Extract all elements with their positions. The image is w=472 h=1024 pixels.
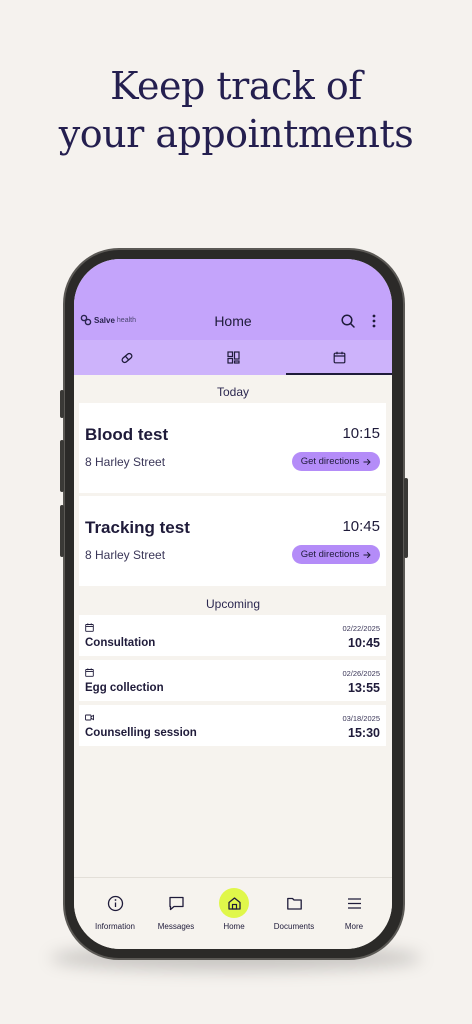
get-directions-label: Get directions — [300, 549, 360, 560]
nav-label: Home — [223, 922, 245, 931]
upcoming-date: 02/22/2025 — [342, 624, 380, 633]
get-directions-button[interactable]: Get directions — [292, 545, 380, 564]
upcoming-item[interactable]: Egg collection 02/26/2025 13:55 — [79, 660, 386, 701]
calendar-icon — [85, 668, 94, 677]
appointment-address: 8 Harley Street — [85, 455, 166, 469]
headline-line-2: your appointments — [58, 112, 414, 156]
arrow-right-icon — [363, 551, 372, 558]
message-icon — [168, 896, 184, 910]
appointment-time: 10:15 — [342, 425, 380, 442]
phone-side-button — [404, 478, 408, 558]
nav-icon-wrap — [339, 888, 369, 918]
upcoming-item[interactable]: Counselling session 03/18/2025 15:30 — [79, 705, 386, 746]
tab-appointments[interactable] — [286, 340, 392, 375]
marketing-headline: Keep track of your appointments — [0, 62, 472, 158]
more-vert-icon[interactable] — [366, 313, 382, 329]
appointment-time: 10:45 — [342, 518, 380, 535]
nav-icon-wrap — [279, 888, 309, 918]
folder-icon — [286, 897, 302, 910]
dashboard-icon — [226, 351, 240, 364]
tab-medications[interactable] — [74, 340, 180, 375]
nav-item-messages[interactable]: Messages — [146, 888, 206, 931]
phone-side-button — [60, 440, 64, 492]
calendar-icon — [333, 351, 345, 364]
appointment-card[interactable]: Blood test 10:15 8 Harley Street Get dir… — [79, 403, 386, 493]
nav-label: Information — [94, 922, 136, 931]
bottom-nav: Information Messages Home Documents More — [74, 877, 392, 949]
nav-label: Documents — [273, 922, 315, 931]
upcoming-title: Consultation — [85, 637, 156, 649]
info-icon — [107, 895, 123, 911]
appointment-title: Tracking test — [85, 518, 190, 537]
upcoming-title: Counselling session — [85, 727, 197, 739]
search-icon[interactable] — [340, 313, 356, 329]
tab-dashboard[interactable] — [180, 340, 286, 375]
nav-label: More — [344, 922, 364, 931]
nav-item-information[interactable]: Information — [85, 888, 145, 931]
pill-icon — [121, 352, 133, 363]
get-directions-button[interactable]: Get directions — [292, 452, 380, 471]
appointment-card[interactable]: Tracking test 10:45 8 Harley Street Get … — [79, 496, 386, 586]
menu-icon — [347, 897, 361, 909]
section-label-upcoming: Upcoming — [205, 597, 261, 611]
nav-label: Messages — [157, 922, 195, 931]
upcoming-time: 15:30 — [348, 726, 380, 740]
appointment-title: Blood test — [85, 425, 169, 444]
nav-icon-wrap — [219, 888, 249, 918]
upcoming-date: 02/26/2025 — [342, 669, 380, 678]
headline-line-1: Keep track of — [110, 64, 362, 108]
upcoming-time: 10:45 — [348, 636, 380, 650]
phone-screen: Salve health Home Today Blood test 10:15… — [74, 259, 392, 949]
arrow-right-icon — [363, 458, 372, 465]
video-icon — [85, 714, 94, 721]
view-tabs — [74, 340, 392, 375]
section-label-today: Today — [216, 385, 250, 399]
calendar-icon — [85, 623, 94, 632]
nav-icon-wrap — [161, 888, 191, 918]
nav-item-documents[interactable]: Documents — [264, 888, 324, 931]
get-directions-label: Get directions — [300, 456, 360, 467]
app-bar: Salve health Home — [74, 259, 392, 340]
nav-icon-wrap — [100, 888, 130, 918]
upcoming-title: Egg collection — [85, 682, 164, 694]
upcoming-date: 03/18/2025 — [342, 714, 380, 723]
appointment-address: 8 Harley Street — [85, 548, 166, 562]
phone-side-button — [60, 505, 64, 557]
upcoming-item[interactable]: Consultation 02/22/2025 10:45 — [79, 615, 386, 656]
upcoming-time: 13:55 — [348, 681, 380, 695]
home-icon — [227, 896, 241, 910]
nav-item-home[interactable]: Home — [204, 888, 264, 931]
nav-item-more[interactable]: More — [324, 888, 384, 931]
phone-side-button — [60, 390, 64, 418]
